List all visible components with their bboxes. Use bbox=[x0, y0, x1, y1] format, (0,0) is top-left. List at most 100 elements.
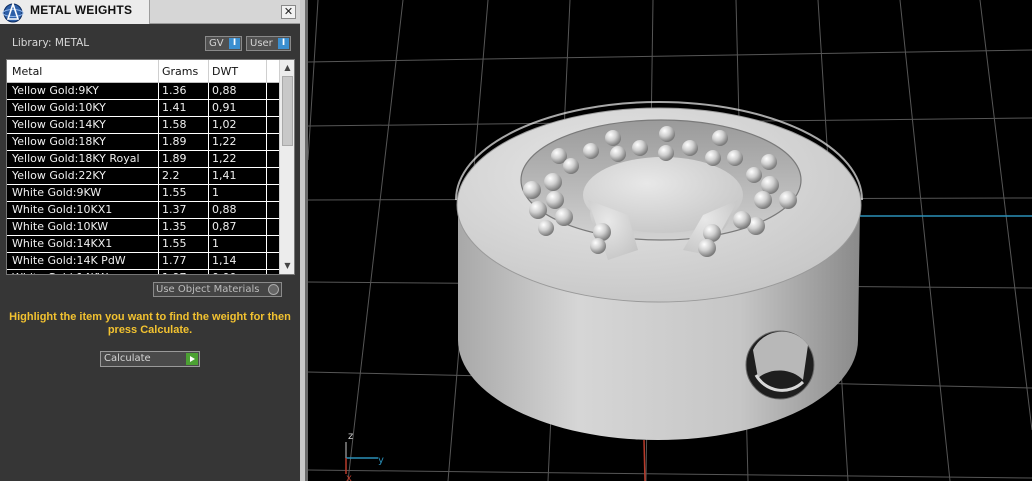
cell-metal: Yellow Gold:9KY bbox=[12, 84, 99, 97]
cell-divider bbox=[208, 168, 209, 184]
cell-grams: 1.41 bbox=[162, 101, 187, 114]
cell-divider bbox=[208, 253, 209, 269]
table-row[interactable]: White Gold:14KW 1.97 0,00 bbox=[7, 270, 279, 274]
cell-metal: Yellow Gold:14KY bbox=[12, 118, 106, 131]
metal-weights-table: Metal Grams DWT Yellow Gold:9KY 1.36 0,88 Y… bbox=[6, 59, 295, 275]
column-header-grams[interactable]: Grams bbox=[162, 65, 198, 78]
cell-divider bbox=[208, 202, 209, 218]
column-header-dwt[interactable]: DWT bbox=[212, 65, 238, 78]
user-label: User bbox=[250, 38, 273, 49]
cell-divider bbox=[266, 253, 267, 269]
cell-divider bbox=[208, 185, 209, 201]
cell-divider bbox=[158, 185, 159, 201]
cell-dwt: 0,88 bbox=[212, 84, 237, 97]
table-row[interactable]: White Gold:14KX1 1.55 1 bbox=[7, 236, 279, 253]
cell-divider bbox=[158, 83, 159, 99]
close-icon: ✕ bbox=[283, 5, 294, 18]
cell-dwt: 1,02 bbox=[212, 118, 237, 131]
table-row[interactable]: White Gold:9KW 1.55 1 bbox=[7, 185, 279, 202]
panel-title-tab[interactable]: METAL WEIGHTS bbox=[0, 0, 150, 24]
cell-metal: White Gold:14KX1 bbox=[12, 237, 113, 250]
cell-divider bbox=[158, 202, 159, 218]
gv-toggle-icon: I bbox=[229, 38, 240, 49]
cell-divider bbox=[208, 236, 209, 252]
cell-divider bbox=[158, 270, 159, 274]
gv-label: GV bbox=[209, 38, 224, 49]
close-button[interactable]: ✕ bbox=[281, 5, 296, 19]
cell-divider bbox=[266, 219, 267, 235]
axis-x-label: x bbox=[346, 473, 352, 481]
cell-divider bbox=[266, 117, 267, 133]
cell-divider bbox=[208, 270, 209, 274]
cell-divider bbox=[158, 253, 159, 269]
column-header-metal[interactable]: Metal bbox=[12, 65, 42, 78]
toggle-radio-icon bbox=[268, 284, 279, 295]
cell-divider bbox=[208, 100, 209, 116]
cell-dwt: 0,88 bbox=[212, 203, 237, 216]
cell-divider bbox=[266, 100, 267, 116]
cell-metal: White Gold:14K PdW bbox=[12, 254, 126, 267]
table-row[interactable]: White Gold:10KX1 1.37 0,88 bbox=[7, 202, 279, 219]
cell-dwt: 1 bbox=[212, 237, 219, 250]
calculate-button[interactable]: Calculate bbox=[100, 351, 200, 367]
cell-grams: 1.89 bbox=[162, 152, 187, 165]
cell-grams: 2.2 bbox=[162, 169, 180, 182]
scroll-down-icon[interactable]: ▼ bbox=[280, 259, 294, 273]
table-row[interactable]: White Gold:14K PdW 1.77 1,14 bbox=[7, 253, 279, 270]
cell-divider bbox=[208, 219, 209, 235]
scroll-thumb[interactable] bbox=[282, 76, 293, 146]
cell-divider bbox=[266, 270, 267, 274]
cell-grams: 1.35 bbox=[162, 220, 187, 233]
table-scrollbar[interactable]: ▲ ▼ bbox=[279, 60, 294, 274]
cell-grams: 1.58 bbox=[162, 118, 187, 131]
axis-y-label: y bbox=[378, 455, 384, 466]
use-object-materials-label: Use Object Materials bbox=[156, 284, 260, 295]
cell-metal: White Gold:10KX1 bbox=[12, 203, 113, 216]
cell-divider bbox=[158, 151, 159, 167]
cell-metal: White Gold:10KW bbox=[12, 220, 109, 233]
calculate-label: Calculate bbox=[104, 353, 151, 364]
user-library-toggle[interactable]: User I bbox=[246, 36, 291, 51]
cell-metal: Yellow Gold:18KY bbox=[12, 135, 106, 148]
table-row[interactable]: Yellow Gold:9KY 1.36 0,88 bbox=[7, 83, 279, 100]
cell-divider bbox=[266, 168, 267, 184]
table-row[interactable]: White Gold:10KW 1.35 0,87 bbox=[7, 219, 279, 236]
cell-divider bbox=[266, 236, 267, 252]
cell-grams: 1.55 bbox=[162, 186, 187, 199]
instruction-text: Highlight the item you want to find the … bbox=[9, 311, 291, 336]
cell-divider bbox=[158, 134, 159, 150]
cell-divider bbox=[208, 83, 209, 99]
user-toggle-icon: I bbox=[278, 38, 289, 49]
cell-dwt: 0,87 bbox=[212, 220, 237, 233]
3d-viewport[interactable]: z y x bbox=[308, 0, 1032, 481]
scroll-up-icon[interactable]: ▲ bbox=[280, 61, 294, 75]
cell-divider bbox=[158, 100, 159, 116]
x-axis-line bbox=[643, 439, 646, 481]
table-row[interactable]: Yellow Gold:14KY 1.58 1,02 bbox=[7, 117, 279, 134]
cell-divider bbox=[208, 151, 209, 167]
cell-metal: Yellow Gold:18KY Royal bbox=[12, 152, 140, 165]
library-label: Library: METAL bbox=[12, 37, 90, 49]
axis-triad: z y x bbox=[345, 431, 384, 481]
table-row[interactable]: Yellow Gold:10KY 1.41 0,91 bbox=[7, 100, 279, 117]
cell-divider bbox=[266, 134, 267, 150]
axis-z-label: z bbox=[348, 431, 353, 442]
cell-divider bbox=[266, 83, 267, 99]
table-header: Metal Grams DWT bbox=[7, 60, 279, 83]
table-row[interactable]: Yellow Gold:18KY Royal 1.89 1,22 bbox=[7, 151, 279, 168]
table-row[interactable]: Yellow Gold:22KY 2.2 1,41 bbox=[7, 168, 279, 185]
viewport-canvas: z y x bbox=[308, 0, 1032, 481]
cell-dwt: 0,91 bbox=[212, 101, 237, 114]
cell-metal: White Gold:9KW bbox=[12, 186, 102, 199]
use-object-materials-toggle[interactable]: Use Object Materials bbox=[153, 282, 282, 297]
cell-dwt: 1,41 bbox=[212, 169, 237, 182]
metal-weights-panel: METAL WEIGHTS ✕ Library: METAL GV I User… bbox=[0, 0, 300, 481]
cell-grams: 1.36 bbox=[162, 84, 187, 97]
panel-title-bar: METAL WEIGHTS ✕ bbox=[0, 0, 300, 24]
cell-metal: Yellow Gold:10KY bbox=[12, 101, 106, 114]
cell-grams: 1.55 bbox=[162, 237, 187, 250]
table-row[interactable]: Yellow Gold:18KY 1.89 1,22 bbox=[7, 134, 279, 151]
cell-divider bbox=[208, 117, 209, 133]
cell-divider bbox=[158, 168, 159, 184]
gv-library-toggle[interactable]: GV I bbox=[205, 36, 242, 51]
